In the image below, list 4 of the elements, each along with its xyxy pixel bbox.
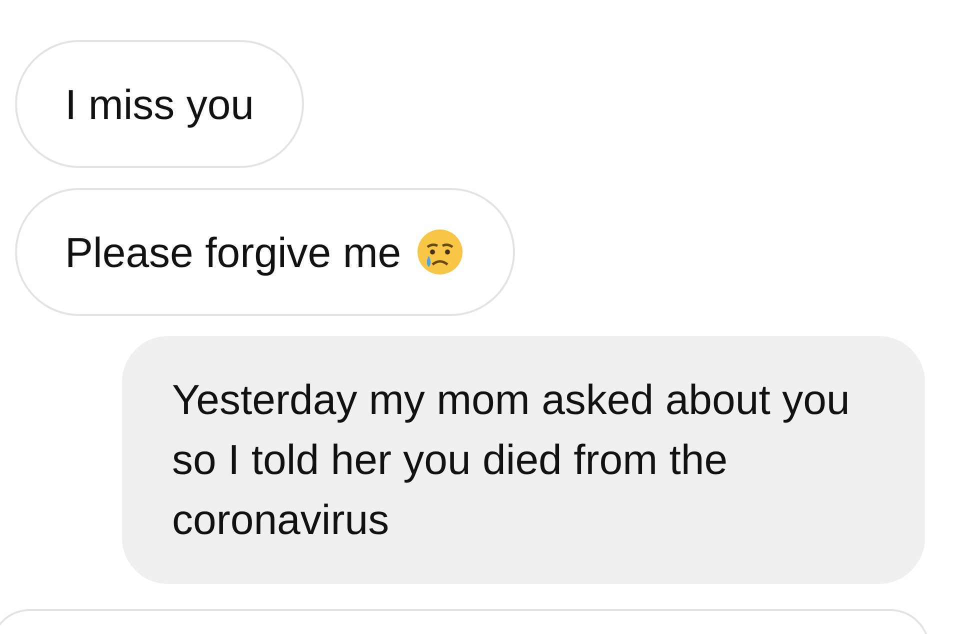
message-text: Please forgive me — [65, 228, 402, 278]
crying-face-icon — [415, 227, 466, 277]
message-text: Yesterday my mom asked about you so I told her you died from the coronavirus — [172, 376, 850, 543]
message-text: I miss you — [65, 80, 254, 130]
